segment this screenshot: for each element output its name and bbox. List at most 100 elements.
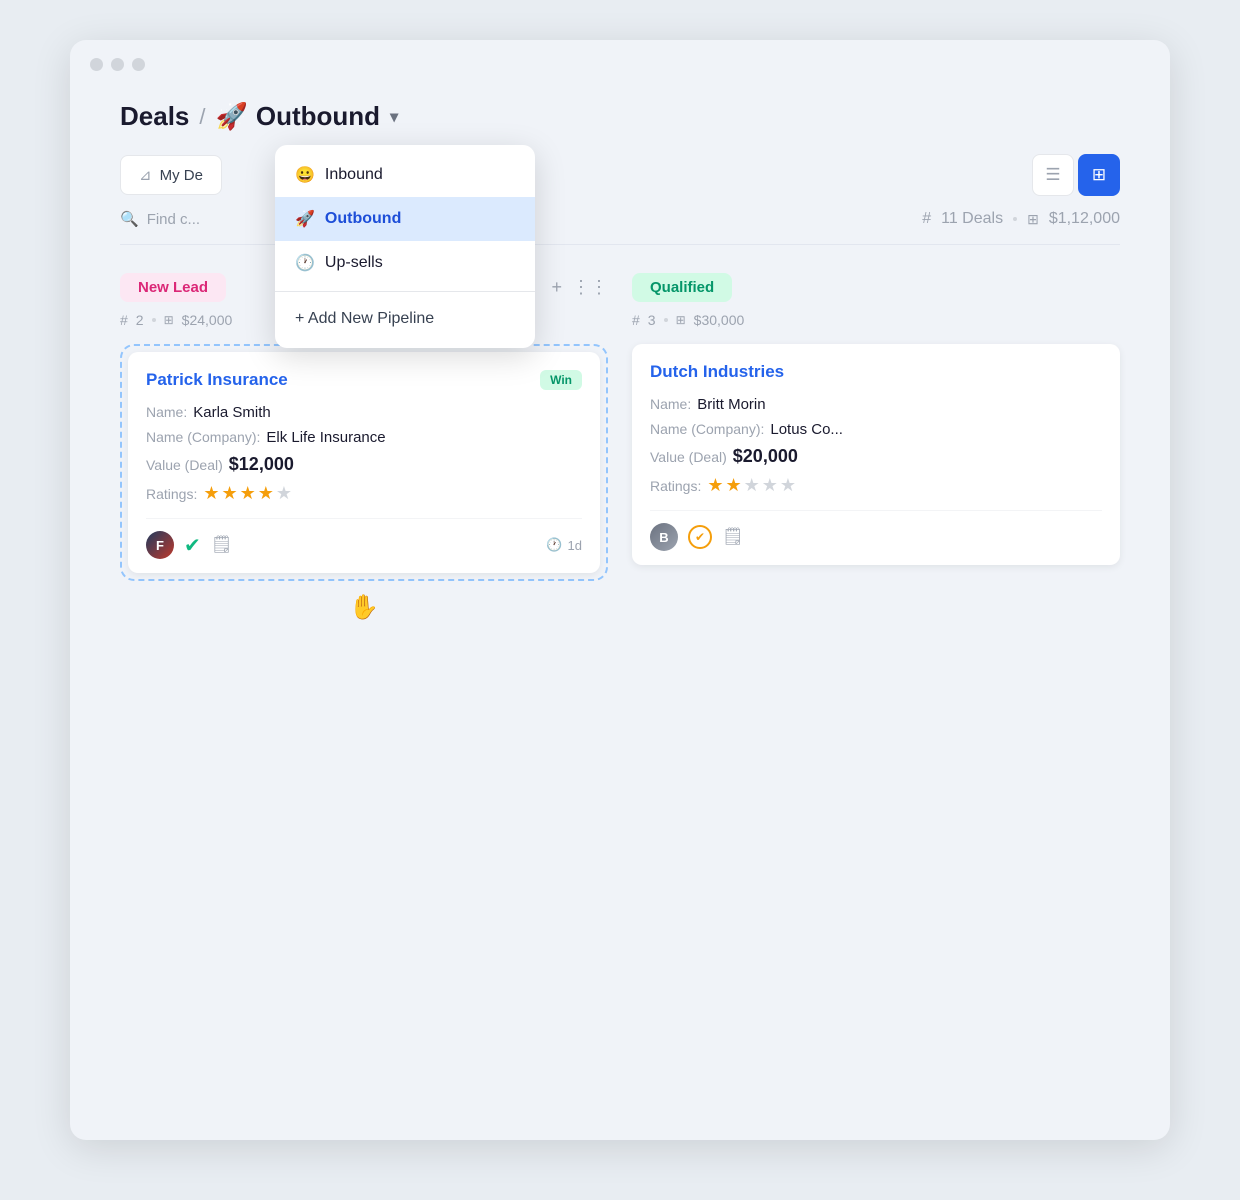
add-pipeline-button[interactable]: + Add New Pipeline <box>275 298 535 340</box>
doc-icon: 🗒 <box>211 535 233 555</box>
card-field-deal-q: Value (Deal) $20,000 <box>650 446 1102 467</box>
list-icon: ☰ <box>1045 165 1060 185</box>
column-qualified: Qualified # 3 ⊞ $30,000 Dutch Industries… <box>632 273 1120 622</box>
kanban-board: New Lead + ⋮⋮ # 2 ⊞ $24,000 <box>120 273 1120 622</box>
card-field-ratings-q: Ratings: ★ ★ ★ ★ ★ <box>650 475 1102 496</box>
window-chrome <box>70 40 1170 71</box>
upsells-label: Up-sells <box>325 254 383 272</box>
main-window: Deals / 🚀 Outbound ▾ 😀 Inbound 🚀 Outboun… <box>70 40 1170 1140</box>
search-stats-row: 🔍 Find c... # 11 Deals ⊞ $1,12,000 <box>120 210 1120 245</box>
dropdown-item-outbound[interactable]: 🚀 Outbound <box>275 197 535 241</box>
col-menu-icon[interactable]: ⋮⋮ <box>572 277 608 298</box>
deal-label-q: Value (Deal) <box>650 449 727 465</box>
inbound-label: Inbound <box>325 166 383 184</box>
star-3: ★ <box>240 483 256 504</box>
col-header-qualified: Qualified <box>632 273 1120 302</box>
deal-label: Value (Deal) <box>146 457 223 473</box>
col-badge-new-lead: New Lead <box>120 273 226 302</box>
filter-icon: ⊿ <box>139 166 152 184</box>
card-footer-q: B ✔ 🗒 <box>650 510 1102 551</box>
search-icon: 🔍 <box>120 210 139 228</box>
col-value: $24,000 <box>182 312 233 328</box>
card-field-deal: Value (Deal) $12,000 <box>146 454 582 475</box>
card-drag-wrapper: Patrick Insurance Win Name: Karla Smith … <box>120 344 608 581</box>
dropdown-divider <box>275 291 535 292</box>
clock-icon: 🕐 <box>546 537 562 553</box>
company-value: Elk Life Insurance <box>266 429 385 446</box>
col-count: 2 <box>136 312 144 328</box>
col-badge-qualified: Qualified <box>632 273 732 302</box>
page-content: Deals / 🚀 Outbound ▾ 😀 Inbound 🚀 Outboun… <box>70 71 1170 662</box>
search-box[interactable]: 🔍 Find c... <box>120 210 200 228</box>
star-q-5: ★ <box>780 475 796 496</box>
header-separator: / <box>199 104 205 130</box>
stats-dot-1 <box>1013 217 1017 221</box>
star-4: ★ <box>258 483 274 504</box>
deal-value: $12,000 <box>229 454 294 475</box>
outbound-emoji: 🚀 <box>295 209 315 229</box>
window-dot-2 <box>111 58 124 71</box>
dropdown-item-upsells[interactable]: 🕐 Up-sells <box>275 241 535 285</box>
pipeline-name: Outbound <box>256 101 380 132</box>
card-title-q: Dutch Industries <box>650 362 784 382</box>
star-q-4: ★ <box>762 475 778 496</box>
col-dot-q <box>664 318 668 322</box>
list-view-button[interactable]: ☰ <box>1032 154 1074 196</box>
card-patrick-insurance[interactable]: Patrick Insurance Win Name: Karla Smith … <box>128 352 600 573</box>
filter-button[interactable]: ⊿ My De <box>120 155 222 195</box>
card-field-name: Name: Karla Smith <box>146 404 582 421</box>
card-field-name-q: Name: Britt Morin <box>650 396 1102 413</box>
hash-icon: # <box>922 210 931 228</box>
company-value-q: Lotus Co... <box>770 421 843 438</box>
card-dutch-industries[interactable]: Dutch Industries Name: Britt Morin Name … <box>632 344 1120 565</box>
window-dot-3 <box>132 58 145 71</box>
col-value-q: $30,000 <box>694 312 745 328</box>
card-field-ratings: Ratings: ★ ★ ★ ★ ★ <box>146 483 582 504</box>
company-label: Name (Company): <box>146 429 260 445</box>
deal-value-q: $20,000 <box>733 446 798 467</box>
star-1: ★ <box>203 483 219 504</box>
deals-title: Deals <box>120 101 189 132</box>
chevron-down-icon: ▾ <box>390 107 398 127</box>
col-count-q: 3 <box>648 312 656 328</box>
card-header: Patrick Insurance Win <box>146 370 582 390</box>
col-grid-icon: ⊞ <box>164 313 174 327</box>
grid-icon: ⊞ <box>1092 165 1106 185</box>
toolbar: ⊿ My De ☰ ⊞ <box>120 154 1120 196</box>
card-icon-group: F ✔ 🗒 <box>146 531 232 559</box>
deals-value: $1,12,000 <box>1049 210 1120 228</box>
ratings-label-q: Ratings: <box>650 478 701 494</box>
card-footer: F ✔ 🗒 🕐 1d <box>146 518 582 559</box>
check-icon: ✔ <box>184 533 201 558</box>
star-2: ★ <box>222 483 238 504</box>
company-label-q: Name (Company): <box>650 421 764 437</box>
avatar-q: B <box>650 523 678 551</box>
ratings-label: Ratings: <box>146 486 197 502</box>
view-toggle: ☰ ⊞ <box>1032 154 1120 196</box>
card-icon-group-q: B ✔ 🗒 <box>650 523 744 551</box>
cursor-icon: ✋ <box>120 593 608 622</box>
pipeline-selector[interactable]: 🚀 Outbound ▾ <box>216 101 399 132</box>
col-hash-icon-q: # <box>632 312 640 328</box>
inbound-emoji: 😀 <box>295 165 315 185</box>
card-header-q: Dutch Industries <box>650 362 1102 382</box>
col-actions-new-lead: + ⋮⋮ <box>551 277 608 298</box>
avatar: F <box>146 531 174 559</box>
win-badge: Win <box>540 370 582 390</box>
time-label: 🕐 1d <box>546 537 582 553</box>
star-5: ★ <box>276 483 292 504</box>
col-stats-qualified: # 3 ⊞ $30,000 <box>632 312 1120 328</box>
col-dot <box>152 318 156 322</box>
add-card-icon[interactable]: + <box>551 277 562 298</box>
stats-row: # 11 Deals ⊞ $1,12,000 <box>922 210 1120 228</box>
card-field-company-q: Name (Company): Lotus Co... <box>650 421 1102 438</box>
grid-view-button[interactable]: ⊞ <box>1078 154 1120 196</box>
dropdown-item-inbound[interactable]: 😀 Inbound <box>275 153 535 197</box>
name-label-q: Name: <box>650 396 691 412</box>
star-q-2: ★ <box>726 475 742 496</box>
card-title: Patrick Insurance <box>146 370 288 390</box>
ratings-stars-q: ★ ★ ★ ★ ★ <box>707 475 796 496</box>
check-circle-icon: ✔ <box>688 525 712 549</box>
page-header: Deals / 🚀 Outbound ▾ 😀 Inbound 🚀 Outboun… <box>120 101 1120 132</box>
col-grid-icon-q: ⊞ <box>676 313 686 327</box>
